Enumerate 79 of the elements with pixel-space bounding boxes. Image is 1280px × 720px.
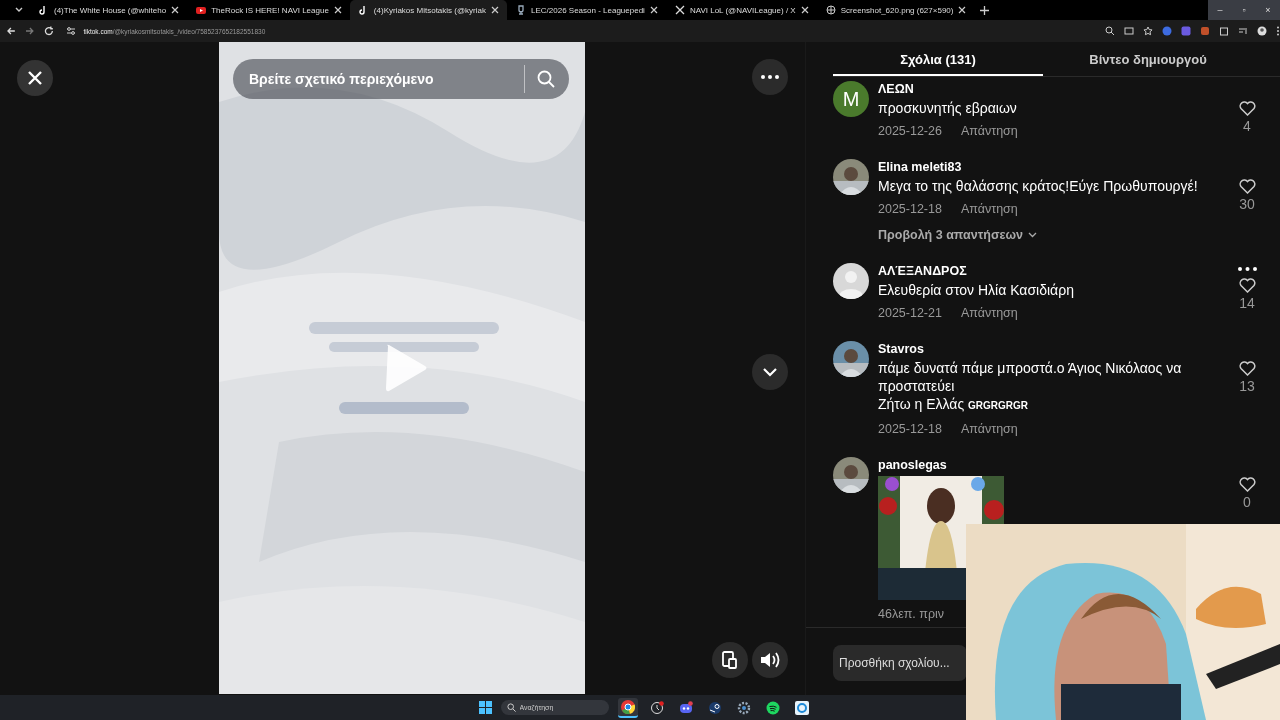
trophy-icon bbox=[516, 5, 526, 15]
reply-link[interactable]: Απάντηση bbox=[960, 202, 1018, 216]
comment-text: Μεγα το της θαλάσσης κράτος!Εύγε Πρωθυπουργέ! bbox=[878, 177, 1199, 195]
username[interactable]: Elina meleti83 bbox=[878, 159, 1222, 175]
next-video-button[interactable] bbox=[752, 354, 788, 390]
reply-link[interactable]: Απάντηση bbox=[960, 422, 1018, 436]
site-settings-icon[interactable] bbox=[66, 26, 77, 36]
more-icon[interactable] bbox=[761, 75, 779, 79]
heart-icon[interactable] bbox=[1238, 361, 1256, 376]
reply-link[interactable]: Απάντηση bbox=[960, 124, 1018, 138]
comment-text: πάμε δυνατά πάμε μπροστά.ο Άγιος Νικόλαος να προστατεύει Ζήτω η Ελλάς GRGRGRGR bbox=[878, 359, 1183, 414]
like-count: 13 bbox=[1239, 378, 1255, 394]
windows-start-icon[interactable] bbox=[478, 701, 492, 714]
search-icon bbox=[506, 703, 516, 712]
like-count: 14 bbox=[1239, 295, 1255, 311]
maximize-button[interactable]: ▫ bbox=[1232, 0, 1256, 20]
more-icon[interactable] bbox=[1237, 267, 1257, 271]
floating-player-button[interactable] bbox=[712, 642, 748, 678]
reply-link[interactable]: Απάντηση bbox=[960, 306, 1018, 320]
speaker-icon[interactable] bbox=[760, 652, 780, 668]
close-icon[interactable] bbox=[958, 6, 967, 14]
username[interactable]: panoslegas bbox=[878, 457, 1222, 473]
comment-date: 2025-12-18 bbox=[878, 422, 942, 436]
comment-date: 2025-12-26 bbox=[878, 124, 942, 138]
globe-icon bbox=[825, 5, 836, 15]
browser-tab[interactable]: NAVI LoL (@NAVILeague) / X bbox=[665, 0, 817, 20]
browser-tab[interactable]: LEC/2026 Season - Leaguepedi bbox=[507, 0, 666, 20]
menu-icon[interactable] bbox=[1276, 26, 1280, 36]
comment-text: προσκυνητής εβραιων bbox=[878, 99, 1018, 117]
chevron-down-icon[interactable] bbox=[762, 367, 778, 377]
heart-icon[interactable] bbox=[1238, 101, 1256, 116]
view-replies-link[interactable]: Προβολή 3 απαντήσεων bbox=[878, 228, 1037, 242]
close-icon[interactable] bbox=[649, 6, 658, 14]
browser-tab[interactable]: TheRock IS HERE! NAVI League bbox=[187, 0, 350, 20]
search-icon[interactable] bbox=[537, 70, 555, 88]
comment-text: Ελευθερία στον Ηλία Κασιδιάρη bbox=[878, 281, 1075, 299]
like-count: 0 bbox=[1243, 494, 1251, 510]
user-avatar[interactable]: M bbox=[833, 81, 869, 117]
close-icon[interactable] bbox=[171, 6, 180, 14]
close-button[interactable] bbox=[17, 60, 53, 96]
chevron-down-icon bbox=[1027, 232, 1037, 238]
bookmark-star-icon[interactable] bbox=[1143, 26, 1153, 36]
cast-icon[interactable] bbox=[1124, 26, 1134, 36]
heart-icon[interactable] bbox=[1238, 179, 1256, 194]
forward-icon[interactable] bbox=[24, 26, 35, 36]
puzzle-icon[interactable] bbox=[1219, 26, 1229, 36]
close-icon[interactable] bbox=[333, 6, 342, 14]
close-icon[interactable] bbox=[800, 6, 809, 14]
play-icon bbox=[196, 5, 207, 15]
comment-date: 46λεπ. πριν bbox=[878, 607, 945, 621]
heart-icon[interactable] bbox=[1238, 477, 1256, 492]
close-button[interactable]: × bbox=[1256, 0, 1280, 20]
new-tab-icon[interactable] bbox=[980, 5, 990, 15]
browser-tab[interactable]: Screenshot_620.png (627×590) bbox=[816, 0, 975, 20]
username[interactable]: ΛΕΩΝ bbox=[878, 81, 1222, 97]
close-icon[interactable] bbox=[491, 6, 499, 14]
profile-icon[interactable] bbox=[1257, 26, 1267, 36]
x-logo-icon bbox=[674, 5, 685, 15]
like-count: 30 bbox=[1239, 196, 1255, 212]
username[interactable]: Stavros bbox=[878, 341, 1222, 357]
back-icon[interactable] bbox=[6, 26, 16, 36]
devices-icon[interactable] bbox=[722, 651, 738, 669]
browser-tab[interactable]: (4)Kyriakos Mitsotakis (@kyriak bbox=[349, 0, 507, 20]
volume-button[interactable] bbox=[752, 642, 788, 678]
minimize-button[interactable]: – bbox=[1208, 0, 1232, 20]
like-count: 4 bbox=[1243, 118, 1251, 134]
comment-date: 2025-12-18 bbox=[878, 202, 942, 216]
search-field[interactable]: Βρείτε σχετικό περιεχόμενο bbox=[233, 59, 569, 99]
user-avatar-icon[interactable] bbox=[833, 263, 869, 299]
comments-tab[interactable]: Σχόλια (131) bbox=[833, 42, 1043, 76]
creator-videos-tab[interactable]: Βίντεο δημιουργού bbox=[1043, 42, 1253, 76]
username[interactable]: ΑΛΈΞΑΝΔΡΟΣ bbox=[878, 263, 1222, 279]
heart-icon[interactable] bbox=[1238, 278, 1256, 293]
reload-icon[interactable] bbox=[43, 26, 54, 36]
comment-field[interactable]: Προσθήκη σχολίου... bbox=[833, 645, 967, 681]
comment-date: 2025-12-21 bbox=[878, 306, 942, 320]
zoom-icon[interactable] bbox=[1105, 26, 1115, 36]
more-button[interactable] bbox=[752, 59, 788, 95]
browser-tab[interactable]: (4)The White House (@whiteho bbox=[30, 0, 188, 20]
